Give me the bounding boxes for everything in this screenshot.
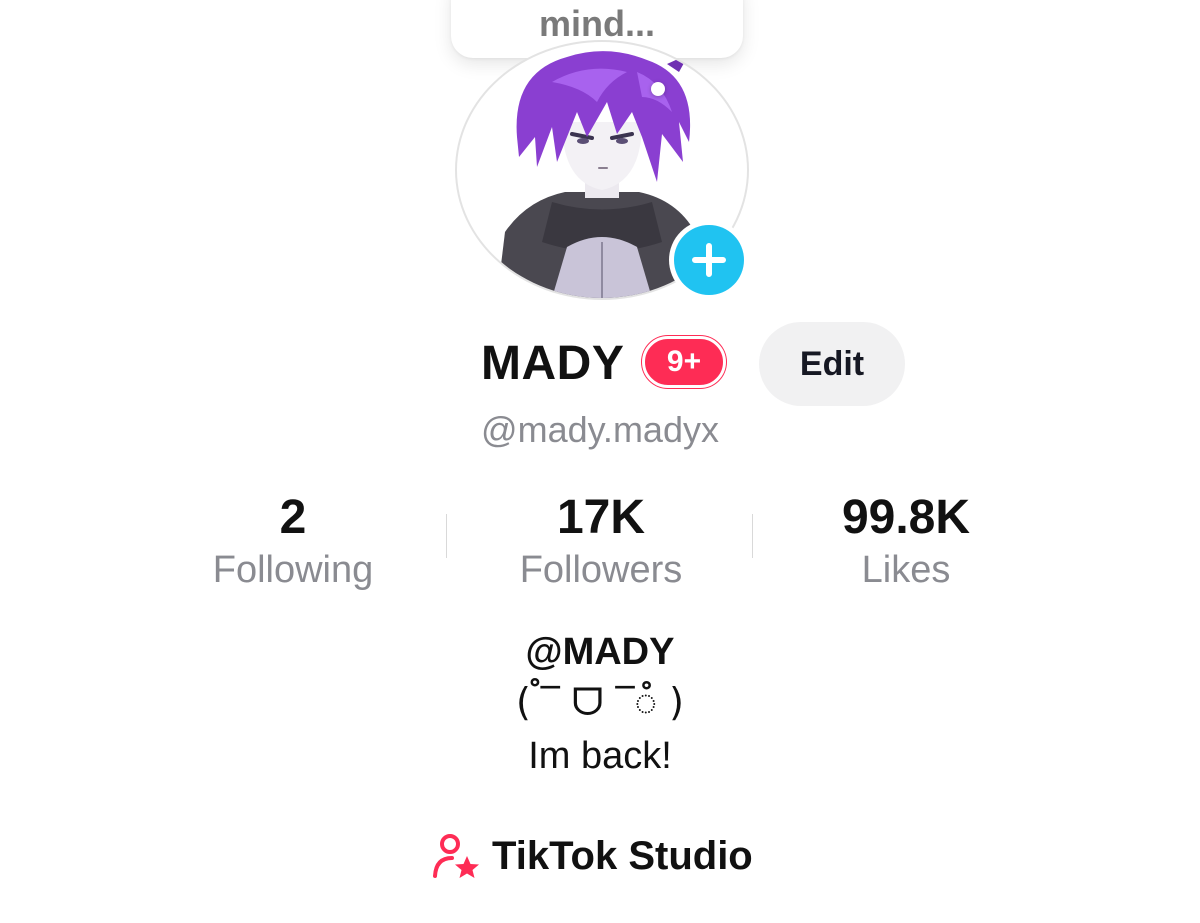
name-row: MADY 9+ Edit (0, 322, 1200, 406)
username: @mady.madyx (481, 409, 719, 450)
note-dot (651, 82, 665, 96)
followers-count: 17K (556, 491, 646, 544)
stat-following[interactable]: 2 Following (163, 494, 423, 596)
stat-divider (446, 514, 447, 558)
bio-title: @MADY (525, 631, 675, 673)
studio-label: TikTok Studio (492, 834, 753, 878)
likes-count: 99.8K (841, 491, 971, 544)
person-star-icon (433, 834, 479, 878)
likes-label: Likes (861, 549, 951, 591)
profile-page: mind... MADY 9+ Edit @mady.madyx 2 Follo… (0, 0, 1200, 923)
following-count: 2 (279, 491, 307, 544)
stat-divider (752, 514, 753, 558)
profile-stats: 2 Following 17K Followers 99.8K Likes (0, 494, 1200, 594)
bio-text: Im back! (528, 735, 672, 777)
following-label: Following (212, 549, 374, 591)
note-text: mind... (539, 3, 655, 44)
stat-likes[interactable]: 99.8K Likes (776, 494, 1036, 596)
bio-kaomoji: ( ꠋ‾ ᗜ ‾ꠋ ) (516, 680, 684, 724)
plus-icon (674, 225, 744, 295)
tiktok-studio-link[interactable]: TikTok Studio (430, 828, 753, 884)
add-avatar-button[interactable] (669, 220, 749, 300)
followers-label: Followers (519, 549, 683, 591)
avatar-container (455, 40, 749, 300)
stat-followers[interactable]: 17K Followers (471, 494, 731, 596)
display-name: MADY (481, 337, 625, 390)
notification-badge[interactable]: 9+ (642, 336, 726, 388)
edit-profile-button[interactable]: Edit (759, 322, 905, 406)
bio: @MADY ( ꠋ‾ ᗜ ‾ꠋ ) Im back! (0, 630, 1200, 782)
